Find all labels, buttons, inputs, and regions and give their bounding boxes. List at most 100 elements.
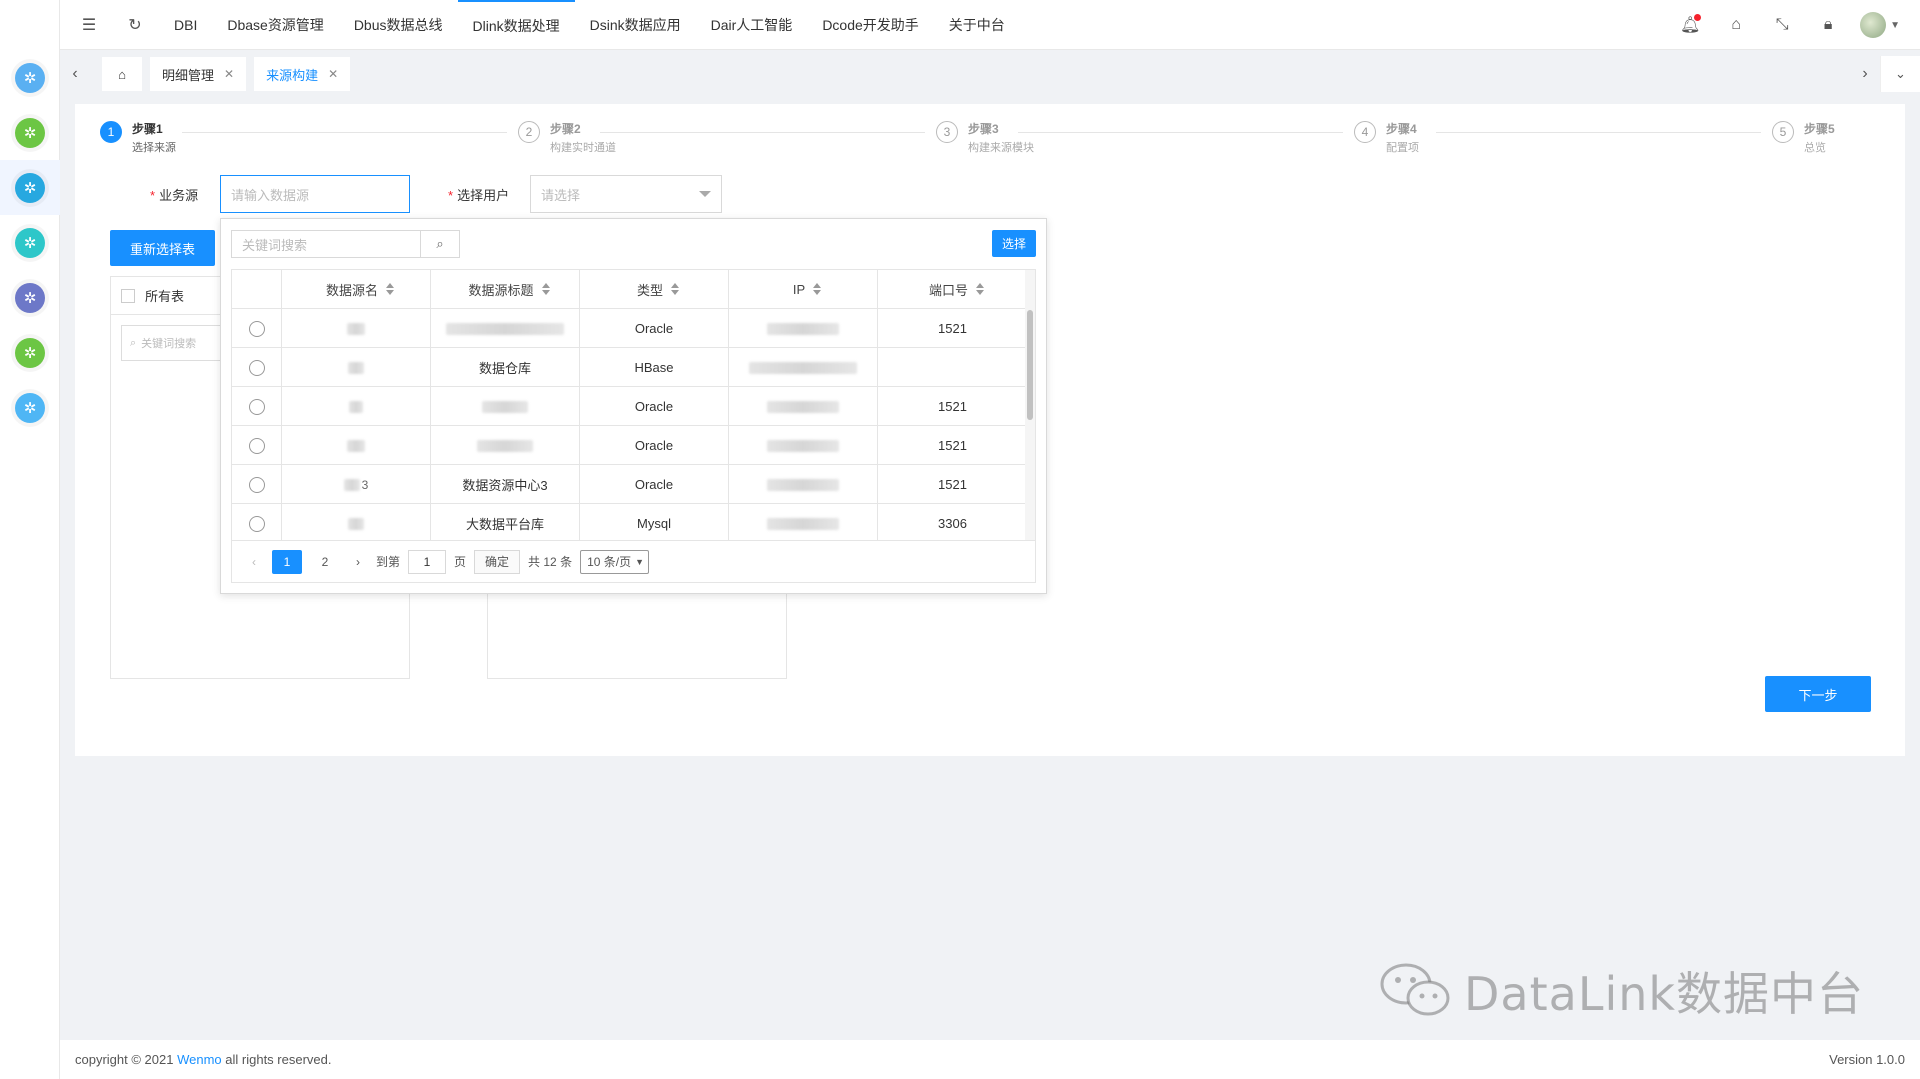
menu-toggle-icon[interactable]: ☰ xyxy=(75,11,103,39)
company-link[interactable]: Wenmo xyxy=(177,1052,222,1067)
notification-dot xyxy=(1694,14,1702,21)
row-radio[interactable] xyxy=(248,515,265,532)
tab-detail-management[interactable]: 明细管理 ✕ xyxy=(150,57,247,91)
next-page-icon[interactable]: › xyxy=(348,550,368,574)
lock-icon[interactable]: 🔒︎ xyxy=(1814,11,1842,39)
nav-item-dbase[interactable]: Dbase资源管理 xyxy=(212,0,338,50)
step-connector xyxy=(600,132,925,133)
cell-ip xyxy=(729,348,878,387)
table-row[interactable]: 数据仓库 HBase xyxy=(232,348,1027,387)
chevron-down-icon[interactable]: ⌄ xyxy=(1880,56,1920,92)
reselect-table-button[interactable]: 重新选择表 xyxy=(110,230,215,266)
table-row[interactable]: Oracle 1521 xyxy=(232,426,1027,465)
table-scrollbar[interactable] xyxy=(1025,270,1035,540)
goto-page-input[interactable]: 1 xyxy=(408,549,447,574)
search-placeholder: 关键词搜索 xyxy=(141,338,197,350)
rail-item-6[interactable]: ✲ xyxy=(0,325,60,380)
business-source-input[interactable]: 请输入数据源 xyxy=(220,175,410,213)
step-title: 步骤5 xyxy=(1804,122,1835,136)
table-row[interactable]: Oracle 1521 xyxy=(232,387,1027,426)
search-icon: ⌕ xyxy=(130,336,137,349)
table-row[interactable]: Oracle 1521 xyxy=(232,309,1027,348)
fullscreen-icon[interactable]: ⤡ xyxy=(1768,11,1796,39)
column-header[interactable]: 数据源名 xyxy=(282,270,431,309)
tabs-next-icon[interactable]: › xyxy=(1850,56,1880,92)
cell-ip xyxy=(729,465,878,504)
page-1[interactable]: 1 xyxy=(272,549,302,574)
rail-item-3[interactable]: ✲ xyxy=(0,160,60,215)
home-icon[interactable]: ⌂ xyxy=(102,57,142,91)
tab-source-build[interactable]: 来源构建 ✕ xyxy=(254,57,351,91)
watermark-text: DataLink数据中台 xyxy=(1464,967,1865,1021)
column-header[interactable]: 类型 xyxy=(580,270,729,309)
step-desc: 构建实时通道 xyxy=(550,142,616,154)
row-radio[interactable] xyxy=(248,398,265,415)
step-title: 步骤2 xyxy=(550,122,581,136)
footer: copyright © 2021 Wenmo all rights reserv… xyxy=(60,1040,1920,1079)
main-nav: DBI Dbase资源管理 Dbus数据总线 Dlink数据处理 Dsink数据… xyxy=(159,0,1020,50)
column-header[interactable]: 端口号 xyxy=(878,270,1027,309)
close-icon[interactable]: ✕ xyxy=(224,67,234,81)
input-placeholder: 请输入数据源 xyxy=(231,187,310,203)
tab-label: 明细管理 xyxy=(162,67,215,83)
nav-item-dbus[interactable]: Dbus数据总线 xyxy=(339,0,458,50)
cell-type: Oracle xyxy=(580,426,729,465)
nav-item-dair[interactable]: Dair人工智能 xyxy=(696,0,808,50)
rail-item-2[interactable]: ✲ xyxy=(0,105,60,160)
popup-search-input[interactable]: 关键词搜索 xyxy=(231,230,421,258)
tabs-prev-icon[interactable]: ‹ xyxy=(60,56,90,92)
goto-confirm-button[interactable]: 确定 xyxy=(474,549,521,574)
column-header[interactable]: 数据源标题 xyxy=(431,270,580,309)
rail-item-5[interactable]: ✲ xyxy=(0,270,60,325)
row-radio[interactable] xyxy=(248,476,265,493)
column-header[interactable]: IP xyxy=(729,270,878,309)
select-all-checkbox[interactable] xyxy=(121,288,135,303)
cell-title: 数据资源中心3 xyxy=(431,465,580,504)
panel-title: 所有表 xyxy=(145,289,185,304)
tag-icon[interactable]: ⌂ xyxy=(1722,11,1750,39)
prev-page-icon[interactable]: ‹ xyxy=(244,550,264,574)
step-connector xyxy=(1018,132,1343,133)
gear-icon: ✲ xyxy=(15,282,45,313)
cell-ip xyxy=(729,309,878,348)
gear-icon: ✲ xyxy=(15,117,45,148)
next-step-button[interactable]: 下一步 xyxy=(1765,676,1871,712)
nav-item-dsink[interactable]: Dsink数据应用 xyxy=(575,0,696,50)
select-button[interactable]: 选择 xyxy=(992,230,1036,257)
row-radio[interactable] xyxy=(248,437,265,454)
top-right-tools: 🔔︎ ⌂ ⤡ 🔒︎ ▼ xyxy=(1676,0,1900,50)
nav-item-dcode[interactable]: Dcode开发助手 xyxy=(807,0,933,50)
rail-item-7[interactable]: ✲ xyxy=(0,380,60,435)
side-rail: ✲ ✲ ✲ ✲ ✲ ✲ ✲ xyxy=(0,0,60,1079)
total-count: 共 12 条 xyxy=(528,555,573,569)
table-row[interactable]: 3 数据资源中心3 Oracle 1521 xyxy=(232,465,1027,504)
user-menu[interactable]: ▼ xyxy=(1860,12,1900,38)
cell-title: 数据仓库 xyxy=(431,348,580,387)
pagination: ‹ 1 2 › 到第 1 页 确定 共 12 条 10 条/页 ▼ xyxy=(231,541,1036,583)
nav-item-dbi[interactable]: DBI xyxy=(159,0,212,50)
table-row[interactable]: 大数据平台库 Mysql 3306 xyxy=(232,504,1027,540)
rail-item-4[interactable]: ✲ xyxy=(0,215,60,270)
goto-label: 到第 xyxy=(376,555,401,569)
close-icon[interactable]: ✕ xyxy=(328,67,338,81)
nav-item-about[interactable]: 关于中台 xyxy=(934,0,1020,50)
cell-name xyxy=(282,426,431,465)
version-text: Version 1.0.0 xyxy=(1829,1052,1905,1067)
row-radio[interactable] xyxy=(248,320,265,337)
rail-item-1[interactable]: ✲ xyxy=(0,50,60,105)
scrollbar-thumb[interactable] xyxy=(1027,310,1033,420)
step-desc: 总览 xyxy=(1804,142,1826,154)
refresh-icon[interactable]: ↻ xyxy=(121,11,149,39)
step-number: 4 xyxy=(1354,121,1376,143)
bell-icon[interactable]: 🔔︎ xyxy=(1676,11,1704,39)
nav-item-dlink[interactable]: Dlink数据处理 xyxy=(457,0,575,50)
page-2[interactable]: 2 xyxy=(310,550,340,574)
cell-port: 3306 xyxy=(938,516,967,531)
cell-port: 1521 xyxy=(938,321,967,336)
select-user-dropdown[interactable]: 请选择 xyxy=(530,175,722,213)
row-radio[interactable] xyxy=(248,359,265,376)
search-icon[interactable]: ⌕ xyxy=(420,230,460,258)
table-header: 数据源名 数据源标题 类型 IP 端口号 xyxy=(232,270,1027,309)
page-size-select[interactable]: 10 条/页 ▼ xyxy=(580,549,650,574)
cell-title xyxy=(431,309,580,348)
